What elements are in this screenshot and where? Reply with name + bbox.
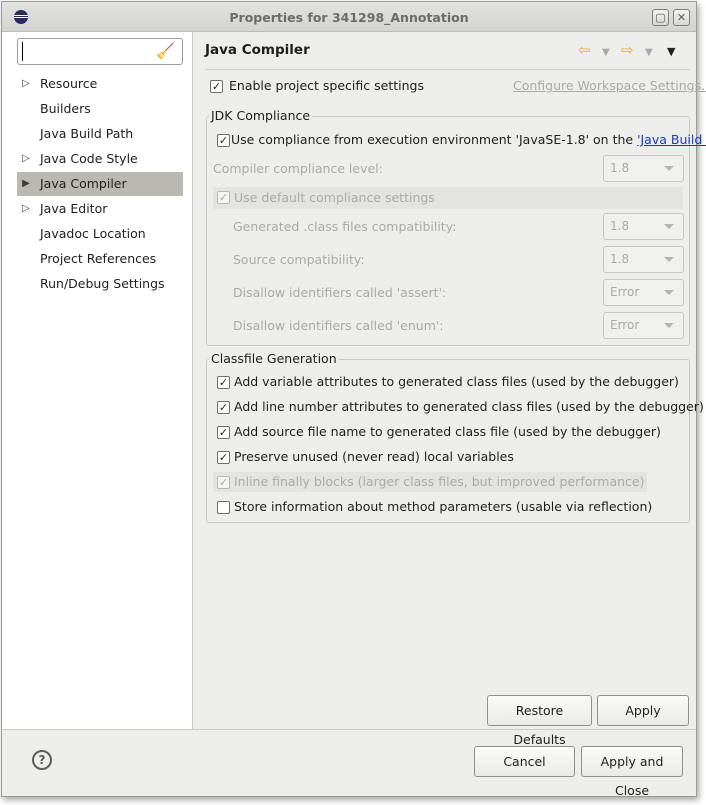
line-number-attributes-label: Add line number attributes to generated … [234, 399, 704, 414]
maximize-button[interactable]: ▢ [652, 9, 669, 26]
footer-separator [2, 729, 696, 730]
source-file-name-checkbox[interactable]: ✓ [217, 426, 230, 439]
restore-defaults-button[interactable]: Restore Defaults [487, 695, 592, 747]
method-parameters-checkbox[interactable] [217, 501, 230, 514]
page-title: Java Compiler [205, 42, 310, 58]
forward-arrow-icon[interactable]: ⇨ [621, 42, 634, 58]
tree-item-javadoc-location[interactable]: Javadoc Location [17, 222, 183, 246]
disallow-assert-value: Error [610, 285, 640, 299]
generated-compat-select[interactable]: 1.8 [603, 213, 684, 240]
source-file-name-label: Add source file name to generated class … [234, 424, 661, 439]
tree-item-java-build-path[interactable]: Java Build Path [17, 122, 183, 146]
forward-history-dropdown-icon[interactable]: ▼ [645, 45, 653, 61]
help-icon[interactable]: ? [32, 750, 52, 770]
apply-button[interactable]: Apply [597, 695, 689, 726]
preference-tree-panel: 🧹 ▷ Resource Builders Java Build Path ▷ … [2, 32, 193, 729]
close-button[interactable]: ✕ [673, 9, 690, 26]
source-compat-label: Source compatibility: [233, 252, 365, 267]
title-bar[interactable]: Properties for 341298_Annotation ▢ ✕ [2, 2, 696, 32]
variable-attributes-label: Add variable attributes to generated cla… [234, 374, 679, 389]
method-parameters-label: Store information about method parameter… [234, 499, 653, 514]
window-title: Properties for 341298_Annotation [229, 10, 469, 25]
inline-finally-checkbox[interactable]: ✓ [217, 476, 230, 489]
back-arrow-icon[interactable]: ⇦ [578, 42, 591, 58]
tree-item-label: Java Compiler [40, 176, 127, 191]
compliance-level-value: 1.8 [610, 161, 630, 175]
enable-specific-checkbox[interactable]: ✓ [210, 80, 223, 93]
tree-item-label: Java Code Style [40, 151, 138, 166]
use-default-compliance-checkbox[interactable]: ✓ [217, 191, 230, 204]
variable-attributes-checkbox[interactable]: ✓ [217, 376, 230, 389]
tree-item-label: Project References [40, 251, 157, 266]
broom-icon[interactable]: 🧹 [156, 42, 175, 60]
disallow-assert-label: Disallow identifiers called 'assert': [233, 285, 447, 300]
tree-item-label: Java Editor [40, 201, 108, 216]
expand-twisty-icon[interactable]: ▷ [21, 197, 31, 221]
jdk-compliance-title: JDK Compliance [209, 108, 313, 123]
line-number-attributes-checkbox[interactable]: ✓ [217, 401, 230, 414]
chevron-down-icon [664, 290, 674, 295]
source-compat-select[interactable]: 1.8 [603, 246, 684, 273]
tree-item-resource[interactable]: ▷ Resource [17, 72, 183, 96]
filter-field[interactable]: 🧹 [17, 38, 183, 65]
use-default-compliance-label: Use default compliance settings [234, 190, 435, 205]
filter-input[interactable] [22, 42, 152, 61]
source-compat-value: 1.8 [610, 252, 630, 266]
use-env-compliance-label: Use compliance from execution environmen… [231, 132, 706, 147]
back-history-dropdown-icon[interactable]: ▼ [602, 45, 610, 61]
chevron-down-icon [664, 323, 674, 328]
use-env-compliance-text: Use compliance from execution environmen… [231, 132, 638, 147]
tree-item-run-debug-settings[interactable]: Run/Debug Settings [17, 272, 183, 296]
apply-and-close-button[interactable]: Apply and Close [581, 746, 683, 798]
chevron-down-icon [664, 224, 674, 229]
preference-page: Java Compiler ⇦ ▼ ⇨ ▼ ▼ ✓ Enable project… [194, 32, 706, 747]
tree-item-label: Resource [40, 76, 98, 91]
header-separator [205, 69, 690, 70]
generated-compat-value: 1.8 [610, 219, 630, 233]
disallow-enum-select[interactable]: Error [603, 312, 684, 339]
compliance-level-select[interactable]: 1.8 [603, 155, 684, 182]
cancel-button[interactable]: Cancel [474, 746, 575, 777]
classfile-generation-group: Classfile Generation ✓ Add variable attr… [206, 351, 704, 523]
inline-finally-label: Inline finally blocks (larger class file… [234, 474, 645, 489]
tree-item-label: Java Build Path [40, 126, 134, 141]
chevron-down-icon [664, 257, 674, 262]
disallow-assert-select[interactable]: Error [603, 279, 684, 306]
tree-item-java-code-style[interactable]: ▷ Java Code Style [17, 147, 183, 171]
use-env-compliance-checkbox[interactable]: ✓ [217, 134, 230, 147]
expand-twisty-icon[interactable]: ▶ [21, 172, 31, 196]
enable-specific-label: Enable project specific settings [229, 78, 424, 93]
tree-item-builders[interactable]: Builders [17, 97, 183, 121]
jdk-compliance-group: JDK Compliance ✓ Use compliance from exe… [206, 108, 706, 346]
chevron-down-icon [664, 166, 674, 171]
classfile-generation-title: Classfile Generation [209, 351, 339, 366]
expand-twisty-icon[interactable]: ▷ [21, 72, 31, 96]
view-menu-icon[interactable]: ▼ [667, 44, 675, 60]
tree-item-label: Builders [40, 101, 91, 116]
configure-workspace-link[interactable]: Configure Workspace Settings... [513, 78, 706, 93]
properties-dialog: Properties for 341298_Annotation ▢ ✕ 🧹 ▷… [1, 1, 706, 798]
compliance-level-label: Compiler compliance level: [213, 161, 383, 176]
tree-item-java-compiler[interactable]: ▶ Java Compiler [17, 172, 183, 196]
preserve-unused-checkbox[interactable]: ✓ [217, 451, 230, 464]
generated-compat-label: Generated .class files compatibility: [233, 219, 457, 234]
preserve-unused-label: Preserve unused (never read) local varia… [234, 449, 514, 464]
expand-twisty-icon[interactable]: ▷ [21, 147, 31, 171]
java-build-path-link[interactable]: 'Java Build Path' [637, 132, 706, 147]
tree-item-java-editor[interactable]: ▷ Java Editor [17, 197, 183, 221]
tree-item-label: Run/Debug Settings [40, 276, 165, 291]
tree-item-label: Javadoc Location [40, 226, 146, 241]
tree-item-project-references[interactable]: Project References [17, 247, 183, 271]
disallow-enum-label: Disallow identifiers called 'enum': [233, 318, 444, 333]
disallow-enum-value: Error [610, 318, 640, 332]
